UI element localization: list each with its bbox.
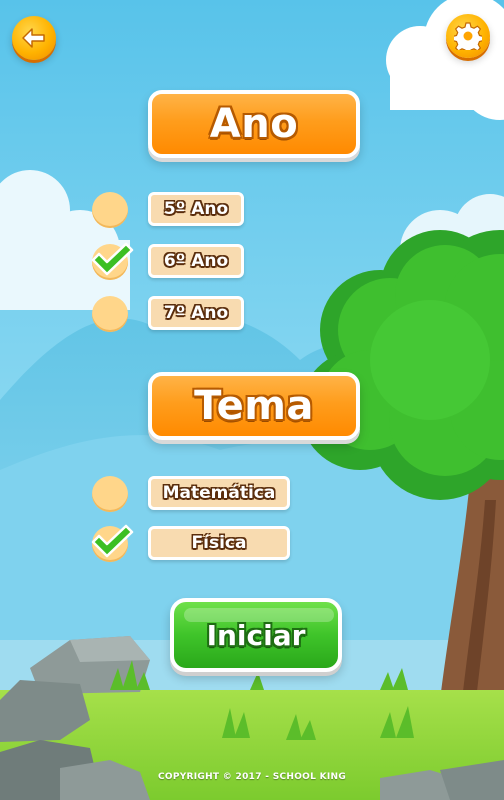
theme-option-label: Matemática xyxy=(148,476,290,510)
settings-button[interactable] xyxy=(446,14,490,58)
theme-title: Tema xyxy=(194,383,314,429)
year-title-panel: Ano xyxy=(148,90,360,158)
year-option-label: 7º Ano xyxy=(148,296,244,330)
year-option-label: 6º Ano xyxy=(148,244,244,278)
year-title: Ano xyxy=(209,101,299,147)
year-option-label: 5º Ano xyxy=(148,192,244,226)
gear-icon xyxy=(454,22,482,50)
radio-circle xyxy=(92,192,128,228)
game-scene: Ano 5º Ano 6º Ano 7º Ano Tema Matemática… xyxy=(0,0,504,800)
checkmark-icon xyxy=(91,524,134,558)
radio-circle xyxy=(92,296,128,332)
theme-title-panel: Tema xyxy=(148,372,360,440)
arrow-left-icon xyxy=(21,27,47,49)
back-button[interactable] xyxy=(12,16,56,60)
start-button[interactable]: Iniciar xyxy=(170,598,342,672)
copyright-text: COPYRIGHT © 2017 - SCHOOL KING xyxy=(157,772,347,782)
theme-option-label: Física xyxy=(148,526,290,560)
start-button-label: Iniciar xyxy=(206,618,306,652)
checkmark-icon xyxy=(91,242,134,276)
radio-circle xyxy=(92,476,128,512)
